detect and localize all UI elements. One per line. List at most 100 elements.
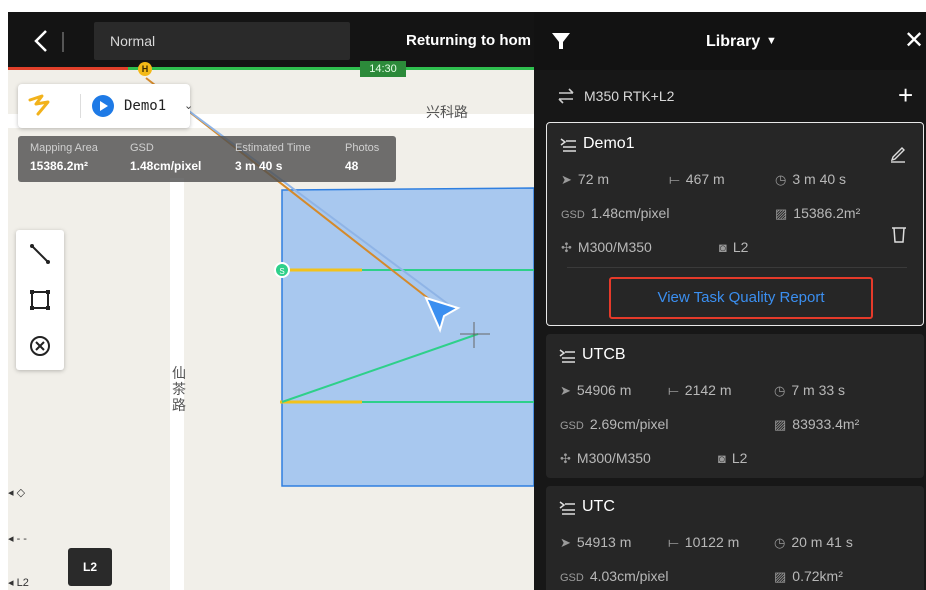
area-icon: ▨ [775,206,788,221]
stat-value: 15386.2m² [30,159,89,173]
area-value: 83933.4m² [792,416,860,432]
edit-icon[interactable] [889,143,907,163]
divider [62,32,64,52]
clock-icon: ◷ [774,535,786,550]
close-icon[interactable]: ✕ [904,29,926,53]
drone-row: ✣ M300/M350 [561,239,652,256]
view-task-quality-report-button[interactable]: View Task Quality Report [609,277,873,319]
distance-icon: ⟝ [668,535,679,550]
payload-value: L2 [731,450,748,466]
distance-icon: ⟝ [669,172,680,187]
payload-row: ◙ L2 [719,239,748,255]
altitude-row: ➤ 72 m [561,171,609,188]
start-marker-label: S [279,267,284,276]
time-row: ◷ 20 m 41 s [774,534,853,551]
battery-low-segment [8,67,128,70]
gsd-tag: GSD [561,209,585,221]
gsd-value: 2.69cm/pixel [589,416,669,432]
l2-small-label: ◂ L2 [8,577,29,589]
flight-mode-field[interactable]: Normal [94,22,350,60]
map-layer-icon[interactable]: ◂ ◇ [8,486,25,499]
remaining-time-badge: 14:30 [360,61,406,77]
gsd-value: 1.48cm/pixel [590,205,670,221]
length-row: ⟝ 10122 m [668,534,739,551]
stat-value: 3 m 40 s [235,159,283,173]
altitude-value: 72 m [577,171,610,187]
divider [567,267,907,268]
back-icon[interactable] [30,28,54,54]
stat-value: 48 [345,159,359,173]
line-tool-icon[interactable] [26,240,54,268]
stat-label: GSD [130,142,154,154]
mission-stats-panel: Mapping Area 15386.2m² GSD 1.48cm/pixel … [18,136,396,182]
navigation-icon: ➤ [560,383,571,398]
length-row: ⟝ 2142 m [668,382,732,399]
area-value: 15386.2m² [793,205,861,221]
library-panel: Library ▼ ✕ M350 RTK+L2 + Demo1 ➤ 72 m ⟝… [534,12,926,590]
route-selector[interactable]: Demo1 ⌄ [18,84,193,128]
top-status-bar: Normal Returning to hom [8,12,534,70]
stat-mapping-area: Mapping Area 15386.2m² [30,142,98,173]
flight-status-text: Returning to hom [406,32,531,49]
gsd-row: GSD 2.69cm/pixel [560,416,668,432]
aircraft-model: M350 RTK+L2 [584,88,675,104]
drone-value: M300/M350 [577,239,652,255]
stat-gsd: GSD 1.48cm/pixel [130,142,201,173]
library-title[interactable]: Library [706,12,760,70]
stat-photos: Photos 48 [345,142,379,173]
route-list-icon [559,349,575,363]
area-row: ▨ 15386.2m² [775,205,860,222]
add-icon[interactable]: + [898,82,913,108]
mission-name: Demo1 [583,135,635,152]
time-value: 20 m 41 s [791,534,853,550]
payload-l2-button[interactable]: L2 [68,548,112,586]
drone-icon: ✣ [560,451,571,466]
drone-value: M300/M350 [576,450,651,466]
area-tool-icon[interactable] [26,286,54,314]
stat-value: 1.48cm/pixel [130,159,202,173]
length-value: 2142 m [684,382,732,398]
area-icon: ▨ [774,569,787,584]
length-row: ⟝ 467 m [669,171,725,188]
altitude-value: 54906 m [576,382,632,398]
camera-icon: ◙ [718,451,726,466]
area-row: ▨ 0.72km² [774,568,843,585]
mapping-area-polygon[interactable] [281,187,534,487]
road-label-vertical: 仙茶路 [172,366,186,414]
altitude-row: ➤ 54906 m [560,382,631,399]
stat-estimated-time: Estimated Time 3 m 40 s [235,142,311,173]
drone-row: ✣ M300/M350 [560,450,651,467]
distance-icon: ⟝ [668,383,679,398]
stat-label: Estimated Time [235,142,311,154]
aircraft-model-row[interactable]: M350 RTK+L2 + [534,72,926,120]
delete-icon[interactable] [891,225,907,243]
navigation-icon: ➤ [560,535,571,550]
road-label-horizontal: 兴科路 [426,105,468,121]
caret-down-icon[interactable]: ▼ [766,35,777,47]
route-name: Demo1 [124,98,167,114]
gsd-row: GSD 4.03cm/pixel [560,568,668,584]
mission-card-utc[interactable]: UTC ➤ 54913 m ⟝ 10122 m ◷ 20 m 41 s GSD 4.03… [546,486,924,590]
area-icon: ▨ [774,417,787,432]
route-list-icon [559,501,575,515]
mission-card-utcb[interactable]: UTCB ➤ 54906 m ⟝ 2142 m ◷ 7 m 33 s GSD 2.69c… [546,334,924,478]
swap-icon [558,88,574,104]
clock-icon: ◷ [775,172,787,187]
mission-card-demo1[interactable]: Demo1 ➤ 72 m ⟝ 467 m ◷ 3 m 40 s GSD 1.48cm/p… [546,122,924,326]
flight-app-screen: S 兴科路 仙茶路 Normal Returning to hom H 14:3… [0,0,926,590]
cancel-tool-icon[interactable] [26,332,54,360]
measure-icon[interactable]: ◂ - - [8,532,27,545]
camera-icon: ◙ [719,240,727,255]
area-row: ▨ 83933.4m² [774,416,859,433]
gsd-tag: GSD [560,420,584,432]
filter-icon[interactable] [550,30,572,52]
gsd-value: 4.03cm/pixel [589,568,669,584]
drawing-toolbar [16,230,64,370]
gsd-tag: GSD [560,572,584,584]
time-row: ◷ 3 m 40 s [775,171,846,188]
play-icon[interactable] [92,95,114,117]
gsd-row: GSD 1.48cm/pixel [561,205,669,221]
chevron-down-icon[interactable]: ⌄ [184,99,194,112]
library-header: Library ▼ ✕ [534,12,926,70]
route-logo-icon [28,94,50,116]
